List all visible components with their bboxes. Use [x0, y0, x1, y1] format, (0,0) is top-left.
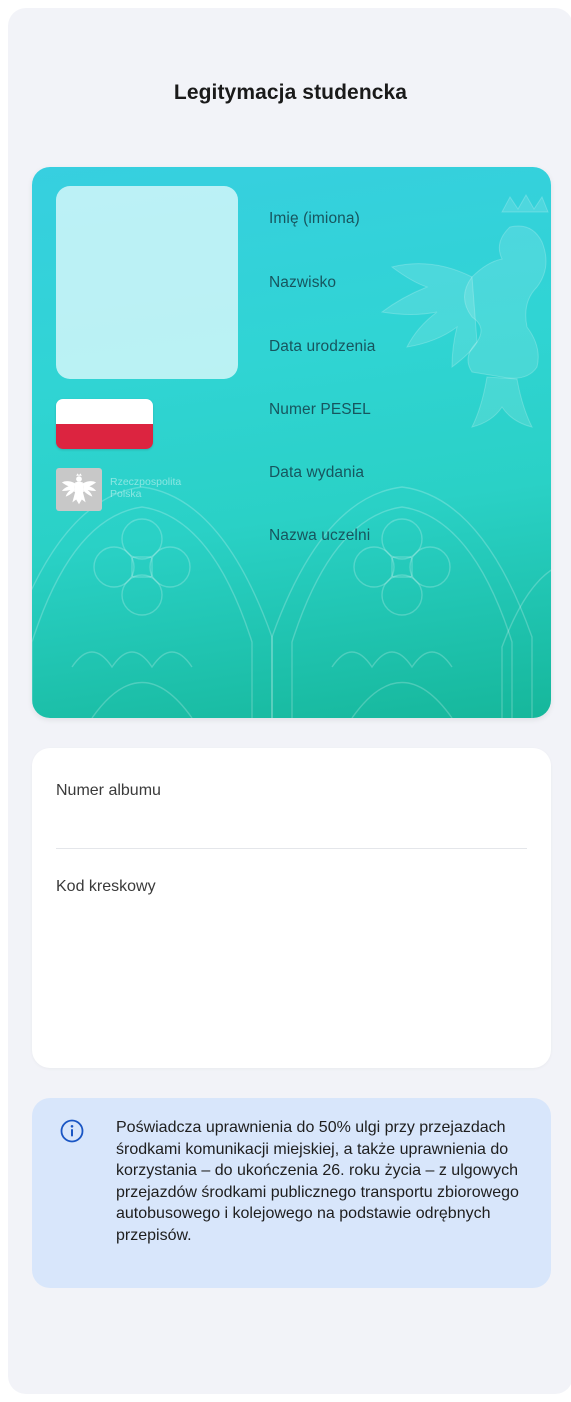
student-details-card: Numer albumu Kod kreskowy	[32, 748, 551, 1068]
photo-placeholder	[56, 186, 238, 379]
emblem-caption-line1: Rzeczpospolita	[110, 476, 182, 488]
emblem-caption-line2: Polska	[110, 488, 142, 500]
album-number-label: Numer albumu	[56, 782, 161, 799]
divider	[56, 848, 527, 849]
emblem-caption: Rzeczpospolita Polska	[110, 476, 181, 500]
page-title: Legitymacja studencka	[173, 81, 408, 104]
field-label-surname: Nazwisko	[269, 274, 337, 291]
eagle-emblem-icon	[56, 468, 102, 511]
info-icon	[60, 1119, 84, 1143]
polish-flag	[56, 399, 153, 449]
barcode-label: Kod kreskowy	[56, 878, 156, 895]
field-label-pesel: Numer PESEL	[269, 401, 371, 418]
field-label-first-names: Imię (imiona)	[269, 210, 360, 227]
field-label-issue-date: Data wydania	[269, 464, 365, 481]
student-id-card: Rzeczpospolita Polska Imię (imiona) Nazw…	[32, 167, 551, 718]
info-text: Poświadcza uprawnienia do 50% ulgi przy …	[116, 1119, 519, 1244]
field-label-birth-date: Data urodzenia	[269, 338, 376, 355]
app-screen: Legitymacja studencka Rzeczpospolita Pol…	[8, 8, 571, 1394]
field-label-university: Nazwa uczelni	[269, 527, 371, 544]
info-notice: Poświadcza uprawnienia do 50% ulgi przy …	[32, 1098, 551, 1288]
